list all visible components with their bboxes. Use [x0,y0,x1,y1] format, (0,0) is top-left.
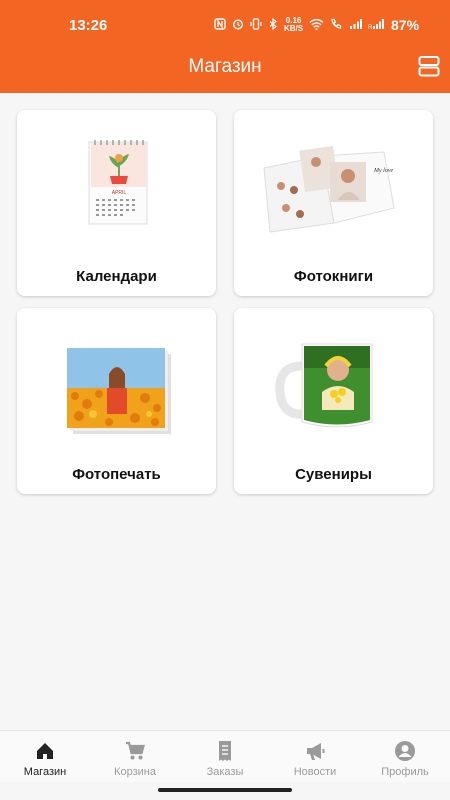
nav-label: Магазин [23,766,67,778]
layout-toggle-button[interactable] [418,55,440,77]
wifi-icon [309,18,324,33]
app-header: 13:26 0.16 KB/S R 87% Магазин [0,0,450,93]
view-list-icon [418,56,440,77]
bottom-navigation: Магазин Корзина Заказы Новости Профиль [0,730,450,782]
nav-item-orders[interactable]: Заказы [180,731,270,783]
vibrate-icon [250,17,262,33]
calendar-month: APRIL [112,190,127,196]
megaphone-icon [307,743,325,760]
nav-item-news[interactable]: Новости [270,731,360,783]
category-card-photo-print[interactable]: Фотопечать [17,308,216,494]
bluetooth-icon [268,17,278,33]
page-title: Магазин [188,56,262,77]
call-icon [330,18,343,33]
network-speed: 0.16 KB/S [284,17,303,33]
category-card-photobooks[interactable]: My love Фотокниги [234,110,433,296]
category-card-calendars[interactable]: APRIL Календари [17,110,216,296]
alarm-icon [232,18,244,33]
nav-label: Новости [293,766,337,778]
svg-text:R: R [368,25,373,30]
nav-label: Заказы [206,766,244,778]
category-label: Календари [76,268,157,285]
receipt-icon [219,741,231,761]
calendar-image: APRIL [17,128,216,248]
nav-item-cart[interactable]: Корзина [90,731,180,783]
cart-icon [126,741,145,760]
status-bar: 13:26 0.16 KB/S R 87% [0,0,450,48]
category-card-souvenirs[interactable]: Сувениры [234,308,433,494]
signal-2-icon: R [368,18,385,33]
signal-1-icon [349,18,363,33]
status-time: 13:26 [69,17,108,34]
user-icon [395,741,415,761]
photobook-image: My love [234,128,433,248]
home-icon [37,743,53,759]
home-indicator[interactable] [158,788,292,792]
photobook-caption: My love [373,168,393,174]
category-label: Сувениры [295,466,372,483]
category-label: Фотокниги [293,268,374,285]
nfc-icon [214,17,226,33]
nav-label: Корзина [114,766,156,778]
status-icons: 0.16 KB/S R [214,17,385,33]
nav-item-profile[interactable]: Профиль [360,731,450,783]
speed-unit: KB/S [284,24,304,33]
nav-item-shop[interactable]: Магазин [0,731,90,783]
mug-image [234,326,433,446]
battery-level: 87% [391,17,420,33]
photo-print-image [17,326,216,446]
category-label: Фотопечать [72,466,161,483]
nav-label: Профиль [381,766,429,778]
